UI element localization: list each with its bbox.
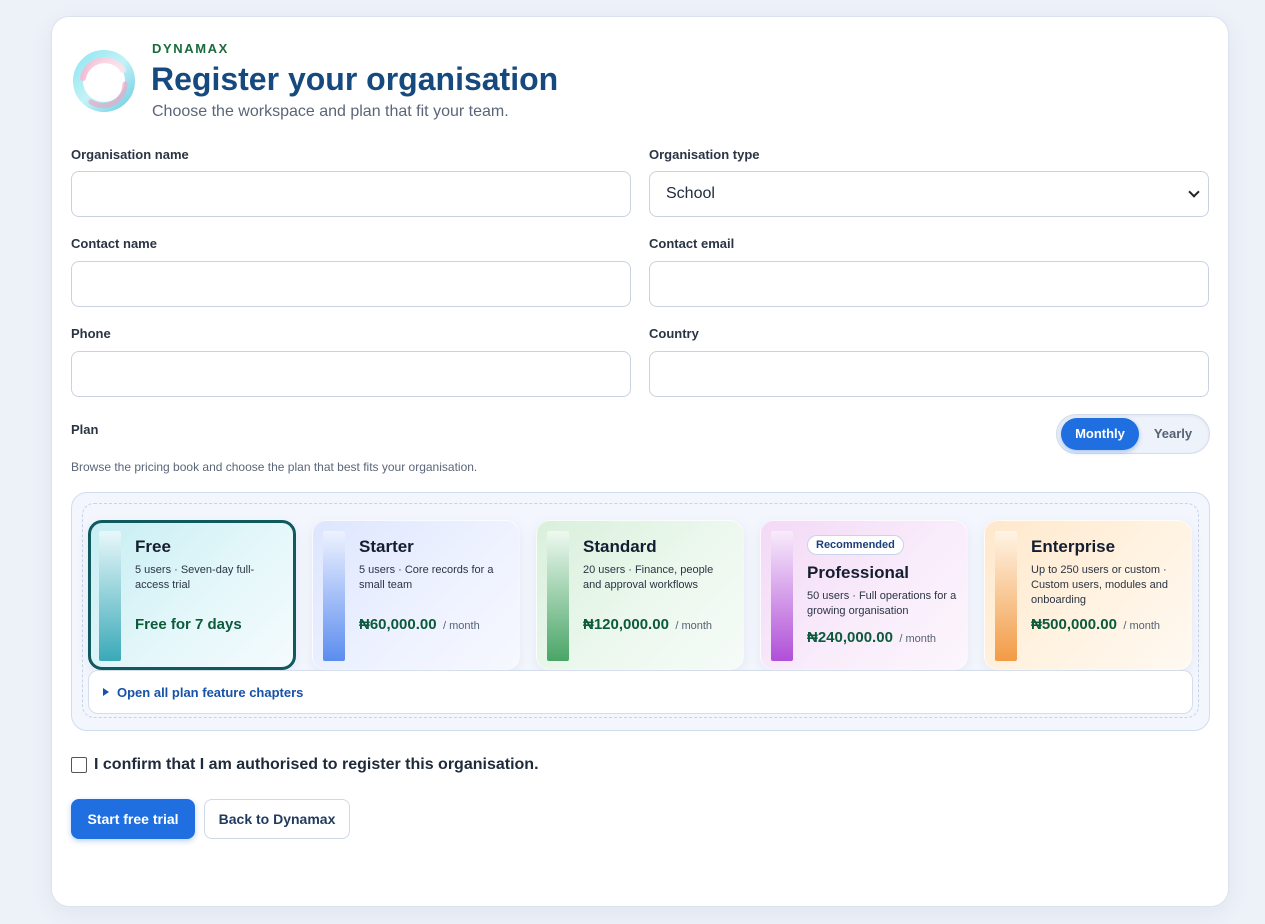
phone-input[interactable] bbox=[71, 351, 631, 397]
plan-feature-chapters-label: Open all plan feature chapters bbox=[117, 684, 304, 700]
plan-feature-chapters-toggle[interactable]: Open all plan feature chapters bbox=[88, 670, 1193, 714]
plan-color-bar bbox=[323, 531, 345, 661]
plan-price-unit: / month bbox=[899, 633, 937, 645]
billing-yearly-button[interactable]: Yearly bbox=[1141, 418, 1205, 450]
organisation-type-value: School bbox=[666, 185, 715, 202]
plan-color-bar bbox=[771, 531, 793, 661]
plan-price: ₦500,000.00 / month bbox=[1031, 616, 1160, 634]
contact-name-label: Contact name bbox=[71, 236, 157, 251]
plan-price: Free for 7 days bbox=[135, 616, 242, 634]
plan-meta: 50 users · Full operations for a growing… bbox=[807, 590, 957, 617]
page-title: Register your organisation bbox=[151, 61, 559, 97]
plan-card-standard[interactable]: Standard 20 users · Finance, people and … bbox=[536, 520, 744, 670]
plan-card-free[interactable]: Free 5 users · Seven-day full-access tri… bbox=[88, 520, 296, 670]
plan-color-bar bbox=[99, 531, 121, 661]
plan-cards-area: Free 5 users · Seven-day full-access tri… bbox=[82, 503, 1199, 718]
phone-label: Phone bbox=[71, 326, 111, 341]
plan-price-amount: ₦500,000.00 bbox=[1031, 616, 1117, 633]
plan-picker: Free 5 users · Seven-day full-access tri… bbox=[71, 492, 1210, 731]
plan-card-starter[interactable]: Starter 5 users · Core records for a sma… bbox=[312, 520, 520, 670]
billing-toggle: Monthly Yearly bbox=[1056, 414, 1210, 454]
plan-price-unit: / month bbox=[675, 620, 713, 632]
plan-price-unit: / month bbox=[443, 620, 480, 632]
plan-card-enterprise[interactable]: Enterprise Up to 250 users or custom · C… bbox=[984, 520, 1192, 670]
plan-name: Enterprise bbox=[1031, 537, 1116, 556]
contact-name-input[interactable] bbox=[71, 261, 631, 307]
contact-email-input[interactable] bbox=[649, 261, 1209, 307]
plan-price-amount: ₦60,000.00 bbox=[359, 616, 437, 633]
country-label: Country bbox=[649, 326, 699, 341]
plan-price: ₦120,000.00 / month bbox=[583, 616, 712, 634]
billing-monthly-button[interactable]: Monthly bbox=[1061, 418, 1139, 450]
plan-price-amount: ₦120,000.00 bbox=[583, 616, 669, 633]
plan-price: ₦60,000.00 / month bbox=[359, 616, 480, 634]
authorisation-confirm: I confirm that I am authorised to regist… bbox=[71, 756, 539, 774]
authorisation-checkbox[interactable] bbox=[71, 757, 87, 773]
organisation-type-label: Organisation type bbox=[649, 147, 760, 162]
brand-name: DYNAMAX bbox=[152, 41, 229, 56]
swirl-logo-icon bbox=[73, 50, 135, 112]
plan-name: Standard bbox=[583, 537, 657, 556]
plan-color-bar bbox=[995, 531, 1017, 661]
plan-name: Starter bbox=[359, 537, 414, 556]
plan-color-bar bbox=[547, 531, 569, 661]
plan-price-amount: ₦240,000.00 bbox=[807, 629, 893, 646]
triangle-right-icon bbox=[103, 688, 109, 696]
plan-meta: Up to 250 users or custom · Custom users… bbox=[1031, 564, 1168, 606]
organisation-name-input[interactable] bbox=[71, 171, 631, 217]
plan-label: Plan bbox=[71, 422, 99, 437]
organisation-type-select[interactable]: School bbox=[649, 171, 1209, 217]
plan-meta: 5 users · Seven-day full-access trial bbox=[135, 564, 255, 591]
plan-price-amount: Free for 7 days bbox=[135, 616, 242, 633]
page-subtitle: Choose the workspace and plan that fit y… bbox=[152, 103, 509, 120]
chevron-down-icon bbox=[1188, 186, 1200, 198]
plan-price-unit: / month bbox=[1123, 620, 1161, 632]
organisation-name-label: Organisation name bbox=[71, 147, 189, 162]
contact-email-label: Contact email bbox=[649, 236, 735, 251]
plan-card-professional[interactable]: Recommended Professional 50 users · Full… bbox=[760, 520, 968, 670]
plan-meta: 20 users · Finance, people and approval … bbox=[583, 564, 714, 591]
registration-card: DYNAMAX Register your organisation Choos… bbox=[51, 16, 1229, 907]
plan-description: Browse the pricing book and choose the p… bbox=[71, 460, 478, 474]
back-to-dynamax-button[interactable]: Back to Dynamax bbox=[204, 799, 350, 839]
plan-name: Free bbox=[135, 537, 171, 556]
start-free-trial-button[interactable]: Start free trial bbox=[71, 799, 195, 839]
plan-price: ₦240,000.00 / month bbox=[807, 629, 936, 647]
recommended-badge: Recommended bbox=[807, 535, 904, 555]
plan-meta: 5 users · Core records for a small team bbox=[359, 564, 494, 591]
authorisation-label: I confirm that I am authorised to regist… bbox=[94, 756, 539, 773]
plan-name: Professional bbox=[807, 563, 910, 582]
country-input[interactable] bbox=[649, 351, 1209, 397]
